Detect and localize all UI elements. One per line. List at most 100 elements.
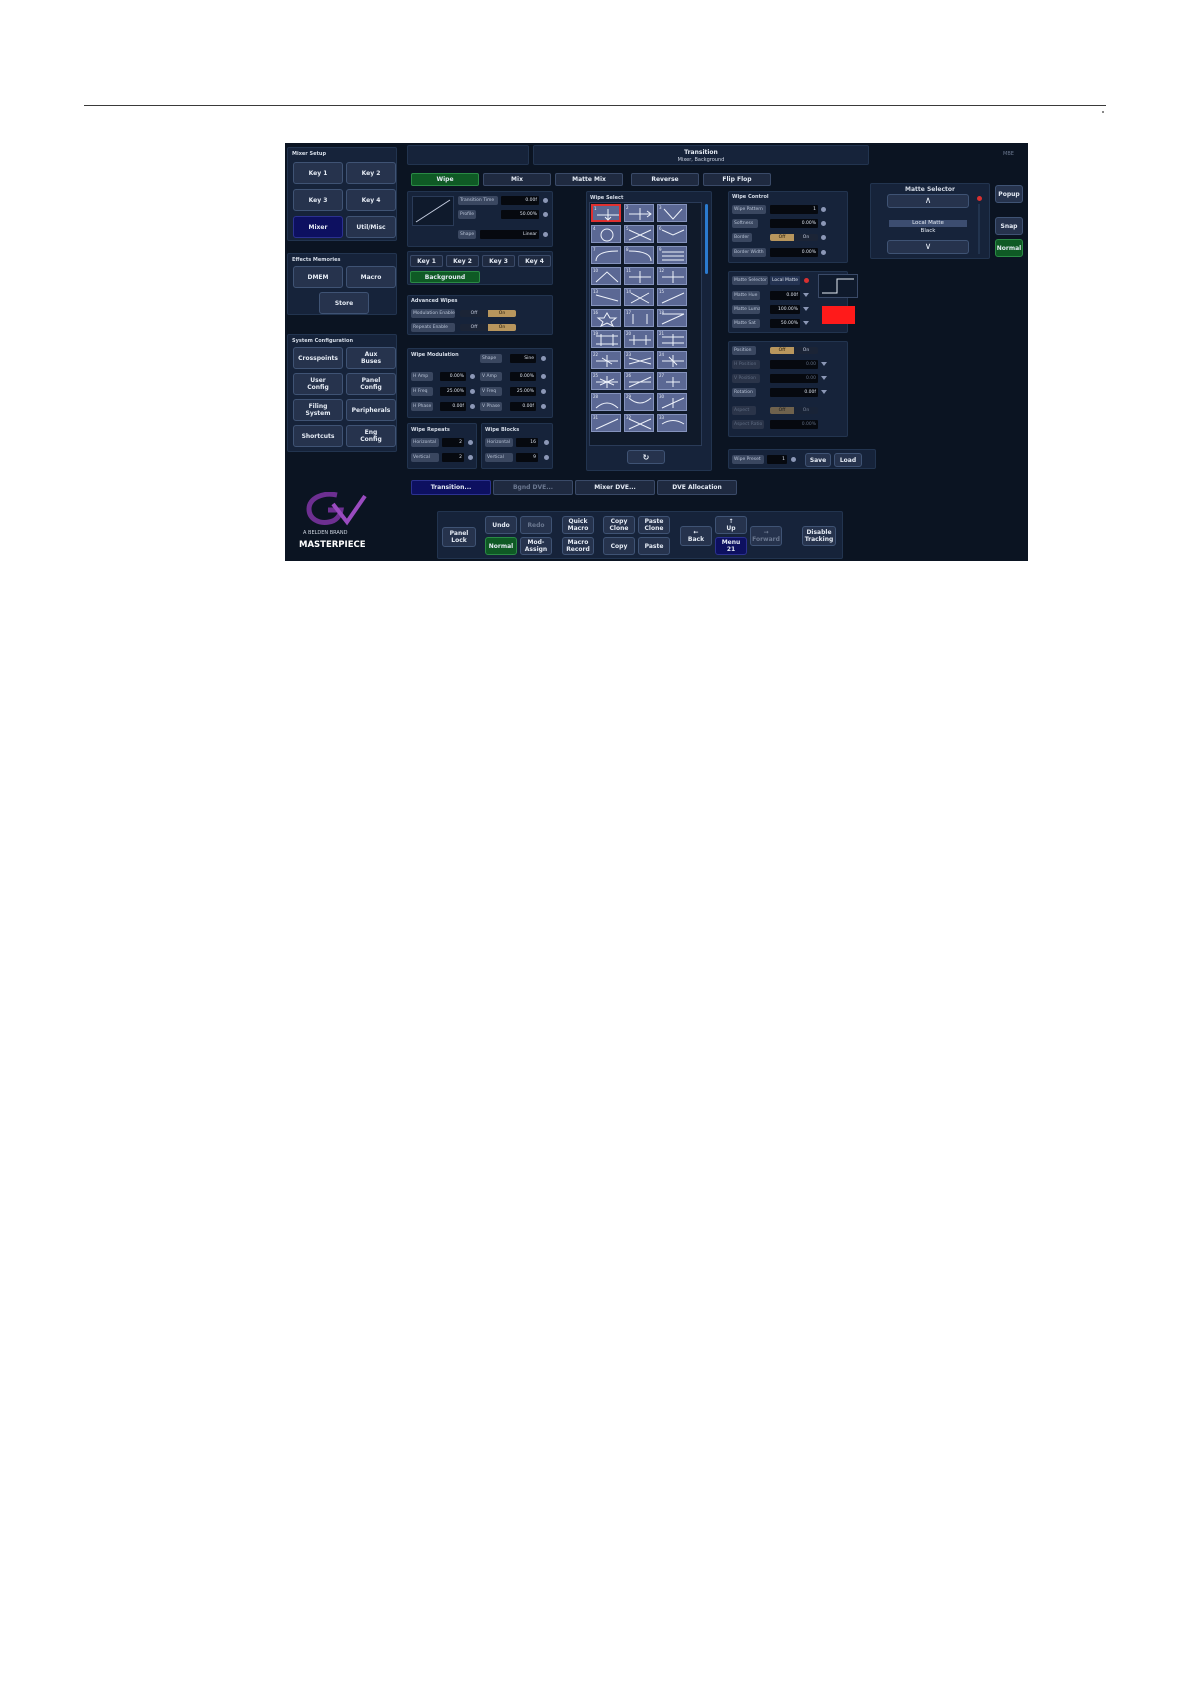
wipe-pattern-29[interactable]: 29 (624, 393, 654, 411)
disable-tracking-button[interactable]: Disable Tracking (802, 526, 836, 546)
up-button[interactable]: ↑ Up (715, 516, 747, 534)
wipe-grid-scrollbar[interactable] (705, 204, 708, 274)
key-tab-3[interactable]: Key 3 (482, 255, 515, 267)
repeats-horizontal-value[interactable]: 2 (442, 438, 464, 447)
wipe-pattern-7[interactable]: 7 (591, 246, 621, 264)
snap-button[interactable]: Snap (995, 217, 1023, 235)
peripherals-button[interactable]: Peripherals (346, 399, 396, 421)
h-position-value[interactable]: 0.00 (770, 360, 818, 369)
v-phase-knob-icon[interactable] (541, 404, 546, 409)
redo-button[interactable]: Redo (520, 516, 552, 534)
tab-flip-flop[interactable]: Flip Flop (703, 173, 771, 186)
eng-config-button[interactable]: Eng Config (346, 425, 396, 447)
wipe-pattern-19[interactable]: 19 (591, 330, 621, 348)
normal-button[interactable]: Normal (485, 537, 517, 555)
copy-button[interactable]: Copy (603, 537, 635, 555)
popup-button[interactable]: Popup (995, 185, 1023, 203)
user-config-button[interactable]: User Config (293, 373, 343, 395)
panel-lock-button[interactable]: Panel Lock (442, 527, 476, 547)
aspect-on[interactable]: On (794, 407, 818, 414)
modulation-enable-off[interactable]: Off (460, 310, 488, 317)
wipe-preset-value[interactable]: 1 (767, 455, 787, 464)
border-knob-icon[interactable] (821, 235, 826, 240)
h-phase-knob-icon[interactable] (470, 404, 475, 409)
wipe-pattern-3[interactable]: 3 (657, 204, 687, 222)
repeats-horizontal-knob-icon[interactable] (468, 440, 473, 445)
mixer-key3-button[interactable]: Key 3 (293, 189, 343, 211)
mod-assign-button[interactable]: Mod- Assign (520, 537, 552, 555)
repeats-enable-toggle[interactable]: Off On (460, 324, 516, 331)
back-button[interactable]: ← Back (680, 526, 712, 546)
wipe-pattern-22[interactable]: 22 (591, 351, 621, 369)
h-freq-value[interactable]: 25.00% (440, 387, 466, 396)
matte-up-button[interactable]: ∧ (887, 194, 969, 208)
tab-reverse[interactable]: Reverse (631, 173, 699, 186)
tab-wipe[interactable]: Wipe (411, 173, 479, 186)
wipe-pattern-5[interactable]: 5 (624, 225, 654, 243)
dmem-button[interactable]: DMEM (293, 266, 343, 288)
shape-knob-icon[interactable] (543, 232, 548, 237)
macro-button[interactable]: Macro (346, 266, 396, 288)
matte-sat-dropdown-icon[interactable] (803, 321, 809, 325)
util-misc-button[interactable]: Util/Misc (346, 216, 396, 238)
wipe-pattern-23[interactable]: 23 (624, 351, 654, 369)
menu-tab-transition[interactable]: Transition... (411, 480, 491, 495)
blocks-vertical-value[interactable]: 9 (516, 453, 538, 462)
aspect-ratio-value[interactable]: 0.00% (770, 420, 818, 429)
wipe-refresh-button[interactable]: ↻ (627, 450, 665, 464)
copy-clone-button[interactable]: Copy Clone (603, 516, 635, 534)
wipe-pattern-26[interactable]: 26 (624, 372, 654, 390)
wipe-pattern-25[interactable]: 25 (591, 372, 621, 390)
v-position-dropdown-icon[interactable] (821, 376, 827, 380)
blocks-horizontal-knob-icon[interactable] (544, 440, 549, 445)
key-tab-2[interactable]: Key 2 (446, 255, 479, 267)
position-off[interactable]: Off (770, 347, 794, 354)
v-amp-knob-icon[interactable] (541, 374, 546, 379)
wipe-pattern-18[interactable]: 18 (657, 309, 687, 327)
aspect-toggle[interactable]: Off On (770, 407, 818, 414)
repeats-vertical-knob-icon[interactable] (468, 455, 473, 460)
blocks-vertical-knob-icon[interactable] (544, 455, 549, 460)
key-tab-1[interactable]: Key 1 (410, 255, 443, 267)
mod-shape-value[interactable]: Sine (510, 354, 536, 363)
normal-mode-button[interactable]: Normal (995, 239, 1023, 257)
transition-time-value[interactable]: 0.00f (501, 196, 539, 205)
wipe-pattern-15[interactable]: 15 (657, 288, 687, 306)
panel-config-button[interactable]: Panel Config (346, 373, 396, 395)
wipe-pattern-21[interactable]: 21 (657, 330, 687, 348)
repeats-enable-off[interactable]: Off (460, 324, 488, 331)
shortcuts-button[interactable]: Shortcuts (293, 425, 343, 447)
wipe-preset-knob-icon[interactable] (791, 457, 796, 462)
mod-shape-knob-icon[interactable] (541, 356, 546, 361)
wipe-pattern-13[interactable]: 13 (591, 288, 621, 306)
matte-color-swatch[interactable] (822, 306, 855, 324)
position-on[interactable]: On (794, 347, 818, 354)
wipe-pattern-24[interactable]: 24 (657, 351, 687, 369)
wipe-pattern-2[interactable]: 2 (624, 204, 654, 222)
v-freq-knob-icon[interactable] (541, 389, 546, 394)
rotation-dropdown-icon[interactable] (821, 390, 827, 394)
wipe-pattern-28[interactable]: 28 (591, 393, 621, 411)
aspect-off[interactable]: Off (770, 407, 794, 414)
mixer-button[interactable]: Mixer (293, 216, 343, 238)
matte-luma-value[interactable]: 100.00% (770, 305, 800, 314)
paste-button[interactable]: Paste (638, 537, 670, 555)
background-button[interactable]: Background (410, 271, 480, 283)
border-off[interactable]: Off (770, 234, 794, 241)
preset-save-button[interactable]: Save (805, 453, 831, 467)
modulation-enable-on[interactable]: On (488, 310, 516, 317)
menu-tab-bgnd-dve[interactable]: Bgnd DVE... (493, 480, 573, 495)
tab-mix[interactable]: Mix (483, 173, 551, 186)
border-on[interactable]: On (794, 234, 818, 241)
profile-knob-icon[interactable] (543, 212, 548, 217)
wipe-pattern-4[interactable]: 4 (591, 225, 621, 243)
matte-luma-dropdown-icon[interactable] (803, 307, 809, 311)
tab-matte-mix[interactable]: Matte Mix (555, 173, 623, 186)
wipe-pattern-31[interactable]: 31 (591, 414, 621, 432)
modulation-enable-toggle[interactable]: Off On (460, 310, 516, 317)
key-tab-4[interactable]: Key 4 (518, 255, 551, 267)
mixer-key2-button[interactable]: Key 2 (346, 162, 396, 184)
v-phase-value[interactable]: 0.00f (510, 402, 536, 411)
repeats-vertical-value[interactable]: 2 (442, 453, 464, 462)
crosspoints-button[interactable]: Crosspoints (293, 347, 343, 369)
